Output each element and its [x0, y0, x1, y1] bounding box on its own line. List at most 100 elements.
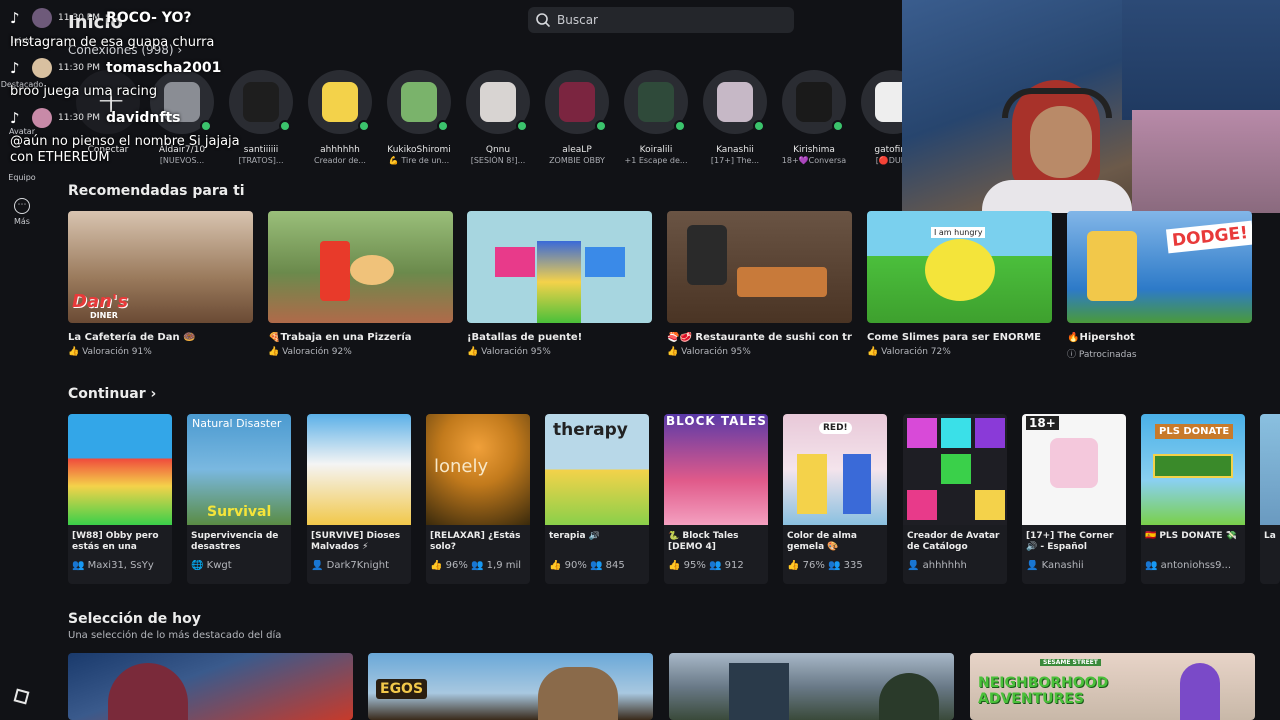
friend-item[interactable]: Kanashii [17+] The... [695, 70, 775, 165]
roblox-logo-icon[interactable] [13, 688, 30, 705]
game-card[interactable]: Creador de Avatar de Catálogo 👤 ahhhhhh [903, 414, 1007, 584]
game-card[interactable]: La [1260, 414, 1280, 584]
thumbnail-figure [495, 247, 535, 277]
friend-status: 18+💜Conversa [781, 156, 847, 165]
webcam-background [1132, 110, 1280, 213]
game-title: Creador de Avatar de Catálogo [907, 531, 1000, 552]
avatar-face [480, 82, 516, 122]
featured-game-card[interactable] [68, 653, 353, 720]
avatar [32, 58, 52, 78]
game-thumbnail: therapy [545, 414, 649, 525]
avatar-face [401, 82, 437, 122]
game-card[interactable]: 18+ [17+] The Corner 🔊 - Español 👤 Kanas… [1022, 414, 1126, 584]
friend-item[interactable]: gatofino [🔴DUEL [853, 70, 902, 165]
thumbnail-text: Survival [207, 504, 272, 520]
game-rating: 👍 Valoración 95% [667, 347, 751, 357]
online-status-dot [753, 120, 765, 132]
game-creator: 🌐 Kwgt [191, 560, 232, 571]
game-title: [SURVIVE] Dioses Malvados ⚡ [311, 531, 401, 552]
friend-name: Qnnu [485, 145, 511, 155]
friend-item[interactable]: Koiralili +1 Escape de... [616, 70, 696, 165]
age-badge: 18+ [1026, 416, 1059, 430]
thumbnail-text: therapy [553, 420, 628, 440]
featured-game-card[interactable]: SESAME STREET NEIGHBORHOOD ADVENTURES [970, 653, 1255, 720]
friend-name: ahhhhhh [320, 145, 360, 155]
speech-bubble: I am hungry [931, 227, 986, 238]
friend-item[interactable]: ahhhhhh Creador de... [300, 70, 380, 165]
thumbnail-figure [975, 490, 1005, 520]
nav-item-more[interactable]: ⋯ Más [0, 198, 44, 226]
friend-name: gatofino [874, 145, 902, 155]
slime-figure [925, 239, 995, 301]
game-card[interactable]: lonely [RELAXAR] ¿Estás solo? 👍 96% 👥 1,… [426, 414, 530, 584]
thumbnail-text: Dan's [72, 291, 129, 312]
game-card[interactable]: I am hungry Come Slimes para ser ENORME … [867, 211, 1052, 357]
game-creator: 👤 Dark7Knight [311, 560, 390, 571]
game-card[interactable]: RED! Color de alma gemela 🎨 👍 76% 👥 335 [783, 414, 887, 584]
game-title: ¡Batallas de puente! [467, 332, 583, 343]
thumbnail-figure [975, 418, 1005, 448]
mammoth-figure [538, 667, 618, 720]
friend-status: [SESIÓN 8!]... [470, 156, 526, 165]
search-input[interactable]: Buscar [528, 7, 794, 33]
game-card[interactable]: ¡Batallas de puente! 👍 Valoración 95% [467, 211, 652, 357]
game-thumbnail [1260, 414, 1280, 525]
friend-status: [17+] The... [710, 156, 760, 165]
avatar [466, 70, 530, 134]
friend-item[interactable]: aleaLP ZOMBIE OBBY [537, 70, 617, 165]
thumbnail-text: Natural Disaster [192, 417, 282, 430]
game-card[interactable]: PLS DONATE 🇪🇸 PLS DONATE 💸 👥 antoniohss9… [1141, 414, 1245, 584]
game-title: Supervivencia de desastres naturales [191, 531, 279, 552]
webcam-background [1122, 0, 1280, 120]
thumbnail-figure [907, 418, 937, 448]
game-title: 🇪🇸 PLS DONATE 💸 [1145, 531, 1237, 541]
avatar-face [243, 82, 279, 122]
friend-name: KukikoShiromi [387, 145, 451, 155]
thumbnail-figure [843, 454, 871, 514]
tiktok-icon: ♪ [10, 109, 20, 127]
game-thumbnail: DODGE! [1067, 211, 1252, 323]
online-status-dot [279, 120, 291, 132]
online-status-dot [516, 120, 528, 132]
game-card-info: Color de alma gemela 🎨 👍 76% 👥 335 [783, 525, 887, 584]
game-title: La Cafetería de Dan 🍩 [68, 332, 196, 343]
game-card[interactable]: Dan's DINER La Cafetería de Dan 🍩 👍 Valo… [68, 211, 253, 357]
friend-item[interactable]: Kirishima 18+💜Conversa [774, 70, 854, 165]
nav-item-team[interactable]: Equipo [0, 173, 44, 182]
friend-item[interactable]: KukikoShiromi 💪 Tire de un... [379, 70, 459, 165]
friend-item[interactable]: Qnnu [SESIÓN 8!]... [458, 70, 538, 165]
game-card[interactable]: Natural Disaster Survival Supervivencia … [187, 414, 291, 584]
microphone-icon [1050, 438, 1098, 488]
game-card[interactable]: therapy terapia 🔊 👍 90% 👥 845 [545, 414, 649, 584]
section-heading-continue[interactable]: Continuar › [68, 386, 156, 402]
thumbnail-figure [797, 454, 827, 514]
thumbnail-text: DINER [90, 311, 118, 320]
thumbnail-text: lonely [434, 456, 489, 477]
search-icon [536, 13, 550, 27]
game-card[interactable]: BLOCK TALES 🐍 Block Tales [DEMO 4] 👍 95%… [664, 414, 768, 584]
game-creator: 👤 Kanashii [1026, 560, 1084, 571]
featured-game-card[interactable]: EGOS [368, 653, 653, 720]
game-title: [17+] The Corner 🔊 - Español [1026, 531, 1114, 552]
game-thumbnail [667, 211, 852, 323]
game-card[interactable]: [SURVIVE] Dioses Malvados ⚡ 👤 Dark7Knigh… [307, 414, 411, 584]
online-status-dot [358, 120, 370, 132]
avatar [782, 70, 846, 134]
chat-message-text: @aún no pienso el nombre Si jajaja con E… [10, 134, 240, 165]
game-card[interactable]: 🍕Trabaja en una Pizzería 👍 Valoración 92… [268, 211, 453, 357]
friend-status: Creador de... [314, 156, 366, 165]
game-thumbnail: 18+ [1022, 414, 1126, 525]
nav-item-label: Equipo [8, 173, 36, 182]
avatar-face [717, 82, 753, 122]
game-rating: 👍 Valoración 91% [68, 347, 152, 357]
game-card[interactable]: 🍣🥩 Restaurante de sushi con transpo... 👍… [667, 211, 852, 357]
game-thumbnail [467, 211, 652, 323]
game-card[interactable]: DODGE! 🔥Hipershot ⓘ Patrocinadas [1067, 211, 1252, 360]
featured-game-card[interactable] [669, 653, 954, 720]
game-card-info: [RELAXAR] ¿Estás solo? 👍 96% 👥 1,9 mil [426, 525, 530, 584]
avatar [32, 8, 52, 28]
thumbnail-figure [108, 663, 188, 720]
search-placeholder: Buscar [557, 13, 598, 27]
game-card[interactable]: [W88] Obby pero estás en una bicicl... 👥… [68, 414, 172, 584]
thumbnail-text: BLOCK TALES [666, 414, 767, 428]
